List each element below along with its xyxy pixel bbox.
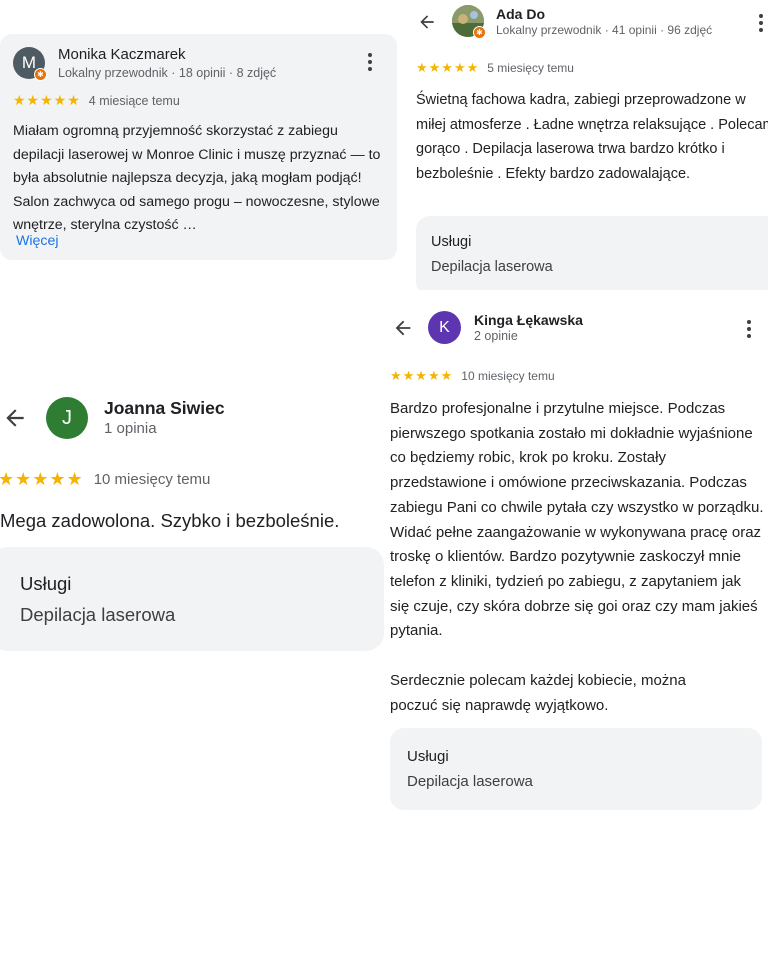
reviewer-name[interactable]: Joanna Siwiec (104, 398, 225, 419)
avatar-letter: K (439, 318, 450, 336)
review-text: Bardzo profesjonalne i przytulne miejsce… (390, 400, 764, 640)
reviewer-name[interactable]: Kinga Łękawska (474, 312, 583, 328)
review-text: Miałam ogromną przyjemność skorzystać z … (13, 123, 381, 233)
services-heading: Usługi (407, 748, 449, 765)
reviewer-name[interactable]: Ada Do (496, 6, 545, 22)
services-heading: Usługi (20, 573, 72, 594)
back-arrow-icon[interactable] (417, 12, 437, 32)
avatar[interactable]: K (428, 311, 461, 344)
review-text-closing: Serdecznie polecam każdej kobiecie, możn… (390, 672, 686, 714)
services-box: Usługi Depilacja laserowa (0, 547, 384, 651)
review-time: 4 miesiące temu (88, 93, 180, 108)
services-heading: Usługi (431, 234, 472, 250)
review-card-monika: M ✱ Monika Kaczmarek Lokalny przewodnik … (0, 34, 397, 260)
services-box: Usługi Depilacja laserowa (390, 728, 762, 810)
star-rating: ★★★★★ (390, 368, 454, 383)
reviewer-meta: 2 opinie (474, 329, 518, 343)
services-value: Depilacja laserowa (20, 604, 176, 625)
star-rating: ★★★★★ (13, 92, 81, 108)
local-guide-badge-icon: ✱ (34, 68, 47, 81)
avatar[interactable]: J (46, 397, 88, 439)
more-options-icon[interactable] (747, 320, 751, 341)
back-arrow-icon[interactable] (2, 405, 28, 431)
local-guide-badge-icon: ✱ (473, 26, 486, 39)
services-box: Usługi Depilacja laserowa (416, 216, 768, 290)
review-time: 10 miesięcy temu (93, 471, 211, 488)
star-rating: ★★★★★ (0, 469, 84, 489)
avatar-letter: M (21, 53, 37, 72)
avatar[interactable]: M ✱ (13, 47, 47, 81)
review-text: Mega zadowolona. Szybko i bezboleśnie. (0, 510, 340, 531)
more-options-icon[interactable] (759, 14, 763, 35)
services-value: Depilacja laserowa (407, 773, 533, 790)
avatar-letter: J (62, 406, 72, 429)
reviewer-meta: 1 opinia (104, 420, 157, 437)
back-arrow-icon[interactable] (392, 317, 414, 339)
reviewer-meta: Lokalny przewodnik · 41 opinii · 96 zdję… (496, 23, 713, 37)
star-rating: ★★★★★ (416, 60, 480, 75)
review-card-kinga: K Kinga Łękawska 2 opinie ★★★★★ 10 miesi… (384, 295, 768, 820)
reviewer-name[interactable]: Monika Kaczmarek (58, 46, 186, 63)
review-time: 5 miesięcy temu (487, 61, 574, 75)
avatar[interactable]: ✱ (452, 5, 486, 39)
services-value: Depilacja laserowa (431, 259, 553, 275)
review-time: 10 miesięcy temu (461, 369, 555, 383)
reviewer-meta: Lokalny przewodnik · 18 opinii · 8 zdjęć (58, 66, 277, 80)
more-link[interactable]: Więcej (16, 233, 59, 249)
review-text: Świetną fachowa kadra, zabiegi przeprowa… (416, 92, 768, 182)
review-card-joanna: J Joanna Siwiec 1 opinia ★★★★★ 10 miesię… (0, 380, 384, 660)
review-card-ada: ✱ Ada Do Lokalny przewodnik · 41 opinii … (410, 0, 768, 290)
more-options-icon[interactable] (368, 53, 372, 74)
